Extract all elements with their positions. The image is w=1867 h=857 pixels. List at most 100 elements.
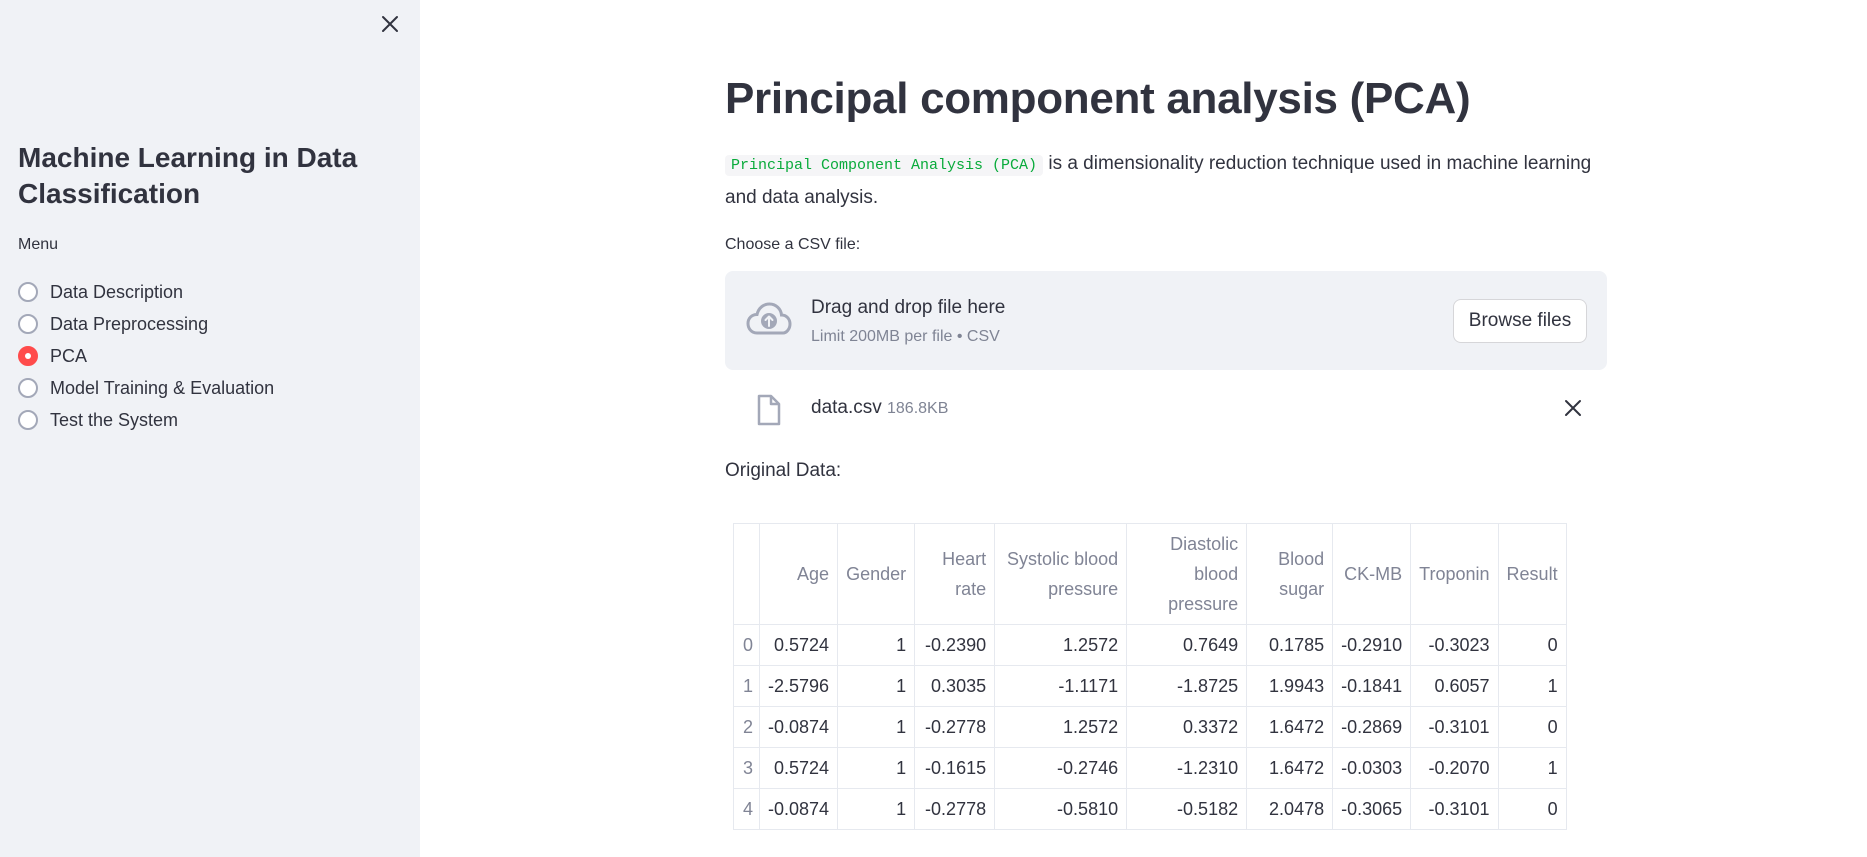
table-cell[interactable]: -0.1615 bbox=[914, 747, 996, 789]
menu-item-model-training-evaluation[interactable]: Model Training & Evaluation bbox=[18, 372, 274, 404]
close-icon bbox=[382, 16, 398, 32]
menu-item-label: Test the System bbox=[50, 409, 179, 430]
column-header[interactable]: Age bbox=[758, 523, 839, 625]
table-body: 0 0.5724 1 -0.2390 1.2572 0.7649 0.1785 -0.2910… bbox=[733, 624, 1567, 830]
file-name: data.csv bbox=[811, 397, 882, 418]
file-icon bbox=[757, 394, 781, 426]
table-cell[interactable]: 1 bbox=[837, 665, 916, 707]
menu-radio-group: Data Description Data Preprocessing PCA Mod… bbox=[18, 276, 274, 436]
sidebar-title: Machine Learning in Data Classification bbox=[18, 142, 358, 209]
file-size: 186.8KB bbox=[887, 400, 949, 417]
column-header[interactable]: Blood sugar bbox=[1246, 523, 1334, 625]
table-header-row: Age Gender Heart rate Systolic blood pressu… bbox=[733, 523, 1567, 625]
table-cell[interactable]: 1 bbox=[1497, 665, 1567, 707]
table-cell[interactable]: -0.2390 bbox=[914, 624, 996, 666]
table-cell[interactable]: 0.3372 bbox=[1126, 706, 1248, 748]
column-header[interactable]: Heart rate bbox=[914, 523, 996, 625]
data-table-container[interactable]: Age Gender Heart rate Systolic blood pressu… bbox=[733, 523, 1567, 830]
table-cell[interactable]: -1.2310 bbox=[1126, 747, 1248, 789]
table-cell[interactable]: 1.6472 bbox=[1246, 747, 1334, 789]
column-header[interactable]: Troponin bbox=[1410, 523, 1499, 625]
table-cell[interactable]: -0.0874 bbox=[758, 706, 839, 748]
sidebar: Machine Learning in Data Classification … bbox=[0, 0, 420, 857]
table-cell[interactable]: -0.5182 bbox=[1126, 788, 1248, 830]
menu-item-data-preprocessing[interactable]: Data Preprocessing bbox=[18, 308, 274, 340]
app: Machine Learning in Data Classification … bbox=[0, 0, 1867, 857]
row-index[interactable]: 2 bbox=[733, 706, 760, 748]
inline-code: Principal Component Analysis (PCA) bbox=[725, 155, 1044, 176]
table-cell[interactable]: -0.3101 bbox=[1410, 788, 1499, 830]
table-cell[interactable]: 0 bbox=[1497, 706, 1567, 748]
table-cell[interactable]: 0.6057 bbox=[1410, 665, 1499, 707]
menu-item-pca[interactable]: PCA bbox=[18, 340, 274, 372]
radio-unchecked-icon bbox=[18, 314, 38, 334]
table-cell[interactable]: 1 bbox=[837, 747, 916, 789]
table-cell[interactable]: 1.2572 bbox=[994, 706, 1128, 748]
table-cell[interactable]: -1.8725 bbox=[1126, 665, 1248, 707]
table-cell[interactable]: -0.3023 bbox=[1410, 624, 1499, 666]
table-row: 0 0.5724 1 -0.2390 1.2572 0.7649 0.1785 -0.2910… bbox=[733, 624, 1567, 666]
table-cell[interactable]: -0.2778 bbox=[914, 788, 996, 830]
menu-item-label: Data Description bbox=[50, 281, 184, 302]
radio-checked-icon bbox=[18, 346, 38, 366]
table-cell[interactable]: -2.5796 bbox=[758, 665, 839, 707]
menu-item-label: Model Training & Evaluation bbox=[50, 377, 275, 398]
menu-item-data-description[interactable]: Data Description bbox=[18, 276, 274, 308]
table-cell[interactable]: -0.1841 bbox=[1332, 665, 1412, 707]
table-cell[interactable]: -0.3065 bbox=[1332, 788, 1412, 830]
close-sidebar-button[interactable] bbox=[378, 12, 402, 36]
table-cell[interactable]: 2.0478 bbox=[1246, 788, 1334, 830]
table-cell[interactable]: 0 bbox=[1497, 624, 1567, 666]
table-cell[interactable]: 0 bbox=[1497, 788, 1567, 830]
table-cell[interactable]: 1.2572 bbox=[994, 624, 1128, 666]
table-cell[interactable]: 1 bbox=[837, 788, 916, 830]
index-header[interactable] bbox=[733, 523, 760, 625]
table-cell[interactable]: 0.5724 bbox=[758, 747, 839, 789]
table-cell[interactable]: 1 bbox=[837, 706, 916, 748]
column-header[interactable]: Gender bbox=[837, 523, 916, 625]
table-cell[interactable]: -1.1171 bbox=[994, 665, 1128, 707]
page-title: Principal component analysis (PCA) bbox=[725, 74, 1471, 123]
table-cell[interactable]: -0.0874 bbox=[758, 788, 839, 830]
table-cell[interactable]: -0.3101 bbox=[1410, 706, 1499, 748]
table-cell[interactable]: 0.3035 bbox=[914, 665, 996, 707]
table-row: 2 -0.0874 1 -0.2778 1.2572 0.3372 1.6472 -0.286… bbox=[733, 706, 1567, 748]
intro-paragraph: Principal Component Analysis (PCA) is a … bbox=[725, 148, 1607, 214]
row-index[interactable]: 0 bbox=[733, 624, 760, 666]
table-label: Original Data: bbox=[725, 460, 842, 481]
column-header[interactable]: Systolic blood pressure bbox=[994, 523, 1128, 625]
table-cell[interactable]: -0.2746 bbox=[994, 747, 1128, 789]
menu-item-test-the-system[interactable]: Test the System bbox=[18, 404, 274, 436]
table-cell[interactable]: 0.7649 bbox=[1126, 624, 1248, 666]
table-cell[interactable]: 1 bbox=[837, 624, 916, 666]
table-cell[interactable]: 0.1785 bbox=[1246, 624, 1334, 666]
column-header[interactable]: Diastolic blood pressure bbox=[1126, 523, 1248, 625]
row-index[interactable]: 3 bbox=[733, 747, 760, 789]
table-row: 4 -0.0874 1 -0.2778 -0.5810 -0.5182 2.0478 -0.3… bbox=[733, 788, 1567, 830]
file-dropzone[interactable]: Drag and drop file here Limit 200MB per … bbox=[725, 271, 1607, 370]
column-header[interactable]: Result bbox=[1497, 523, 1567, 625]
remove-file-button[interactable] bbox=[1561, 396, 1585, 420]
table-row: 1 -2.5796 1 0.3035 -1.1171 -1.8725 1.9943 -0.18… bbox=[733, 665, 1567, 707]
radio-unchecked-icon bbox=[18, 282, 38, 302]
radio-unchecked-icon bbox=[18, 378, 38, 398]
table-cell[interactable]: -0.2869 bbox=[1332, 706, 1412, 748]
table-cell[interactable]: -0.2910 bbox=[1332, 624, 1412, 666]
table-cell[interactable]: -0.2070 bbox=[1410, 747, 1499, 789]
table-cell[interactable]: -0.0303 bbox=[1332, 747, 1412, 789]
radio-unchecked-icon bbox=[18, 410, 38, 430]
table-cell[interactable]: 1.6472 bbox=[1246, 706, 1334, 748]
row-index[interactable]: 4 bbox=[733, 788, 760, 830]
column-header[interactable]: CK-MB bbox=[1332, 523, 1412, 625]
upload-limit-text: Limit 200MB per file • CSV bbox=[811, 328, 1000, 345]
cloud-upload-icon bbox=[746, 302, 792, 335]
table-cell[interactable]: 1 bbox=[1497, 747, 1567, 789]
table-cell[interactable]: -0.2778 bbox=[914, 706, 996, 748]
table-cell[interactable]: 0.5724 bbox=[758, 624, 839, 666]
table-row: 3 0.5724 1 -0.1615 -0.2746 -1.2310 1.6472 -0.03… bbox=[733, 747, 1567, 789]
table-cell[interactable]: 1.9943 bbox=[1246, 665, 1334, 707]
drop-instructions: Drag and drop file here bbox=[811, 297, 1006, 318]
table-cell[interactable]: -0.5810 bbox=[994, 788, 1128, 830]
browse-files-button[interactable]: Browse files bbox=[1453, 299, 1587, 343]
row-index[interactable]: 1 bbox=[733, 665, 760, 707]
